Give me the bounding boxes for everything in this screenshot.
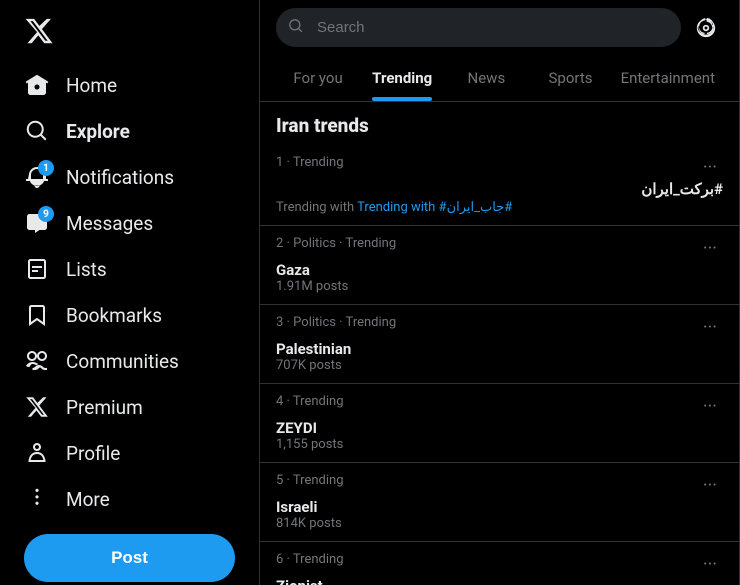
trend-1-more[interactable]: ··· <box>697 155 723 180</box>
person-icon <box>24 440 50 466</box>
home-icon <box>24 72 50 98</box>
sidebar-item-bookmarks[interactable]: Bookmarks <box>12 292 247 338</box>
trend-4-more[interactable]: ··· <box>697 394 723 419</box>
messages-badge: 9 <box>38 206 54 222</box>
tab-sports[interactable]: Sports <box>528 55 612 101</box>
trend-1-meta: 1 · Trending <box>276 155 344 170</box>
sidebar-item-label-notifications: Notifications <box>66 166 174 189</box>
trend-1-name: #برکت_ایران <box>276 180 723 198</box>
tab-for-you[interactable]: For you <box>276 55 360 101</box>
section-title: Iran trends <box>260 102 739 145</box>
trend-3-more[interactable]: ··· <box>697 315 723 340</box>
settings-icon[interactable] <box>689 11 723 45</box>
search-input[interactable] <box>276 8 681 47</box>
sidebar-item-premium[interactable]: Premium <box>12 384 247 430</box>
trend-6-name: Zionist <box>276 577 723 585</box>
sidebar-item-more[interactable]: More <box>12 476 247 522</box>
trend-6-more[interactable]: ··· <box>697 552 723 577</box>
sidebar-item-label-bookmarks: Bookmarks <box>66 304 162 327</box>
messages-icon: 9 <box>24 210 50 236</box>
sidebar-item-lists[interactable]: Lists <box>12 246 247 292</box>
lists-icon <box>24 256 50 282</box>
bookmark-icon <box>24 302 50 328</box>
trending-tabs: For you Trending News Sports Entertainme… <box>260 55 739 102</box>
trend-5-more[interactable]: ··· <box>697 473 723 498</box>
trend-5-name: Israeli <box>276 498 723 516</box>
trend-2-more[interactable]: ··· <box>697 236 723 261</box>
trend-item-5[interactable]: 5 · Trending ··· Israeli 814K posts <box>260 463 739 542</box>
sidebar: Home Explore 1 Notifications 9 Messages … <box>0 0 260 585</box>
sidebar-item-notifications[interactable]: 1 Notifications <box>12 154 247 200</box>
explore-icon <box>24 118 50 144</box>
search-bar-area <box>260 0 739 55</box>
premium-icon <box>24 394 50 420</box>
communities-icon <box>24 348 50 374</box>
bell-icon: 1 <box>24 164 50 190</box>
trend-item-3[interactable]: 3 · Politics · Trending ··· Palestinian … <box>260 305 739 384</box>
trend-3-meta: 3 · Politics · Trending <box>276 315 396 330</box>
more-circle-icon <box>24 486 50 512</box>
post-button[interactable]: Post <box>24 534 235 582</box>
sidebar-item-communities[interactable]: Communities <box>12 338 247 384</box>
trend-2-count: 1.91M posts <box>276 279 723 294</box>
search-icon <box>288 18 304 38</box>
main-content: For you Trending News Sports Entertainme… <box>260 0 740 585</box>
sidebar-item-label-explore: Explore <box>66 120 130 143</box>
sidebar-item-label-home: Home <box>66 74 117 97</box>
trend-2-name: Gaza <box>276 261 723 279</box>
trend-item-6[interactable]: 6 · Trending ··· Zionist 153K posts <box>260 542 739 585</box>
sidebar-item-label-premium: Premium <box>66 396 143 419</box>
trend-item-1[interactable]: 1 · Trending ··· #برکت_ایران Trending wi… <box>260 145 739 226</box>
sidebar-item-label-more: More <box>66 488 110 511</box>
trend-3-name: Palestinian <box>276 340 723 358</box>
sidebar-item-home[interactable]: Home <box>12 62 247 108</box>
trend-2-meta: 2 · Politics · Trending <box>276 236 396 251</box>
sidebar-item-messages[interactable]: 9 Messages <box>12 200 247 246</box>
search-container <box>276 8 681 47</box>
tab-news[interactable]: News <box>444 55 528 101</box>
notifications-badge: 1 <box>38 160 54 176</box>
sidebar-item-label-messages: Messages <box>66 212 153 235</box>
tab-entertainment[interactable]: Entertainment <box>613 55 723 101</box>
trend-4-count: 1,155 posts <box>276 437 723 452</box>
trend-item-2[interactable]: 2 · Politics · Trending ··· Gaza 1.91M p… <box>260 226 739 305</box>
x-logo[interactable] <box>12 8 247 58</box>
trend-5-count: 814K posts <box>276 516 723 531</box>
trend-5-meta: 5 · Trending <box>276 473 344 488</box>
trend-4-name: ZEYDI <box>276 419 723 437</box>
tab-trending[interactable]: Trending <box>360 55 444 101</box>
trend-6-meta: 6 · Trending <box>276 552 344 567</box>
sidebar-item-label-profile: Profile <box>66 442 120 465</box>
sidebar-item-profile[interactable]: Profile <box>12 430 247 476</box>
sidebar-item-label-lists: Lists <box>66 258 107 281</box>
trend-1-related: Trending with Trending with #جاب_ایران# <box>276 200 723 215</box>
trend-3-count: 707K posts <box>276 358 723 373</box>
sidebar-item-label-communities: Communities <box>66 350 179 373</box>
trend-4-meta: 4 · Trending <box>276 394 344 409</box>
trend-item-4[interactable]: 4 · Trending ··· ZEYDI 1,155 posts <box>260 384 739 463</box>
sidebar-item-explore[interactable]: Explore <box>12 108 247 154</box>
